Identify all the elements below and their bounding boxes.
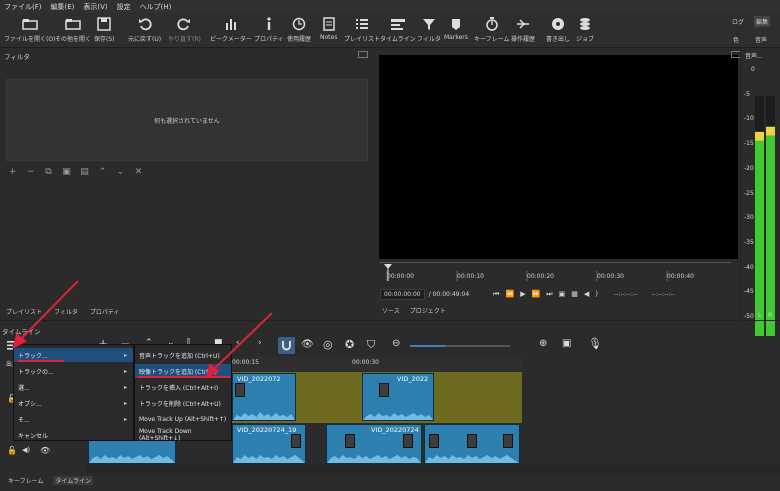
annotation-arrow	[212, 312, 273, 371]
tab-keyframes[interactable]: キーフレーム	[6, 476, 45, 485]
bottom-tabs: キーフレーム タイムライン	[6, 476, 94, 485]
annotation-arrow	[19, 280, 79, 341]
annotation-overlay	[12, 280, 273, 379]
tab-timeline[interactable]: タイムライン	[53, 476, 94, 485]
